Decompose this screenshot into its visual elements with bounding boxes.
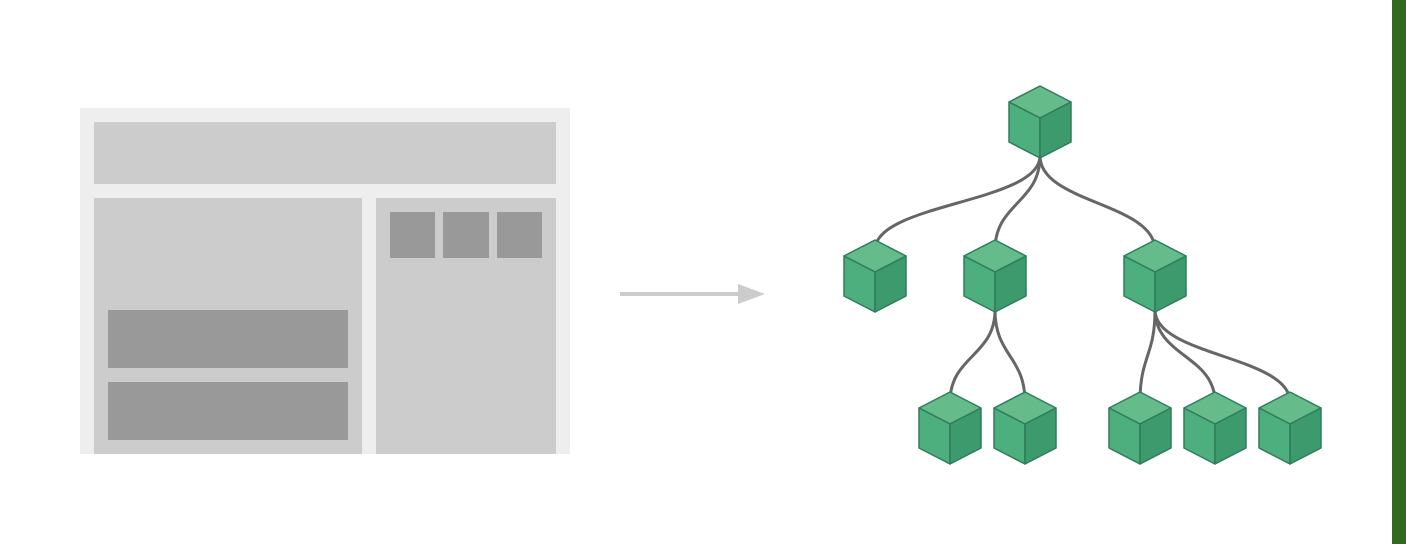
- page-side-block: [390, 212, 435, 258]
- tree-node-cube: [960, 238, 1030, 316]
- page-main-block: [108, 382, 348, 440]
- page-header-block: [94, 122, 556, 184]
- component-tree: [790, 70, 1350, 500]
- tree-node-cube: [990, 390, 1060, 468]
- tree-node-cube: [1005, 84, 1075, 162]
- page-body: [94, 198, 556, 454]
- page-mockup: [80, 108, 570, 454]
- page-main-column: [94, 198, 362, 454]
- accent-bar: [1392, 0, 1406, 544]
- page-side-block: [497, 212, 542, 258]
- tree-node-cube: [915, 390, 985, 468]
- page-side-block: [443, 212, 488, 258]
- tree-node-cube: [1180, 390, 1250, 468]
- tree-node-cube: [840, 238, 910, 316]
- tree-node-cube: [1255, 390, 1325, 468]
- page-main-block: [108, 310, 348, 368]
- arrow-icon: [620, 278, 770, 310]
- tree-node-cube: [1105, 390, 1175, 468]
- tree-node-cube: [1120, 238, 1190, 316]
- page-side-row: [390, 212, 542, 258]
- page-side-column: [376, 198, 556, 454]
